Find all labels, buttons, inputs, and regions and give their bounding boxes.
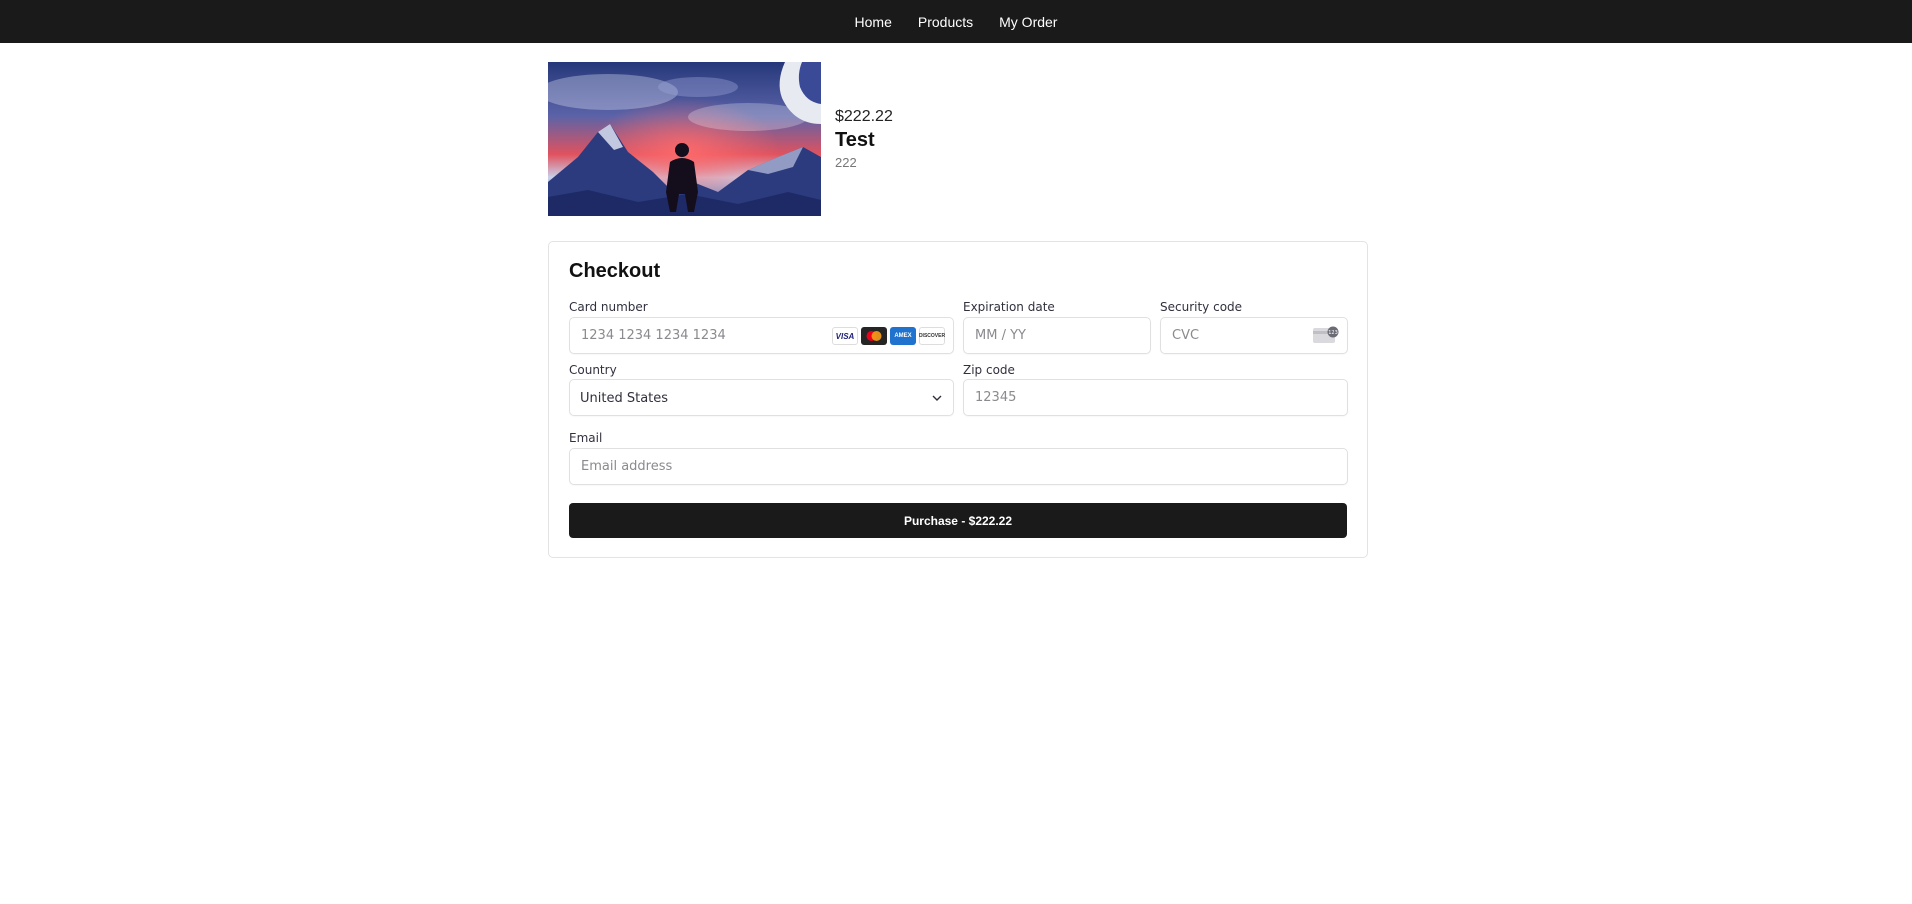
amex-icon: AMEX (890, 327, 916, 345)
security-code-label: Security code (1160, 300, 1243, 314)
visa-icon: VISA (832, 327, 858, 345)
zip-code-label: Zip code (963, 363, 1015, 377)
zip-code-field (963, 379, 1348, 416)
expiration-label: Expiration date (963, 300, 1055, 314)
svg-text:123: 123 (1328, 330, 1338, 336)
zip-code-input[interactable] (964, 380, 1347, 415)
chevron-down-icon (932, 395, 942, 401)
cvc-card-icon: 123 (1313, 326, 1339, 343)
checkout-card: Checkout Card number VISA AMEX DISCOVER … (548, 241, 1368, 558)
country-value: United States (580, 391, 669, 406)
security-code-field: 123 (1160, 317, 1348, 354)
card-number-field: VISA AMEX DISCOVER (569, 317, 954, 354)
country-select[interactable]: United States (569, 379, 954, 416)
mastercard-icon (861, 327, 887, 345)
purchase-button[interactable]: Purchase - $222.22 (569, 503, 1347, 538)
product-image (548, 62, 821, 216)
expiration-field (963, 317, 1151, 354)
product-title: Test (835, 129, 875, 151)
nav-products-link[interactable]: Products (918, 14, 973, 30)
email-label: Email (569, 431, 603, 445)
email-input[interactable] (570, 449, 1347, 484)
card-number-label: Card number (569, 300, 648, 314)
product-summary: $222.22 Test 222 (548, 62, 893, 216)
product-description: 222 (835, 155, 857, 170)
checkout-heading: Checkout (569, 260, 661, 282)
nav-my-order-link[interactable]: My Order (999, 14, 1057, 30)
top-navigation: Home Products My Order (0, 0, 1912, 43)
discover-icon: DISCOVER (919, 327, 945, 345)
product-price: $222.22 (835, 108, 893, 125)
card-brand-icons: VISA AMEX DISCOVER (832, 327, 945, 345)
email-field (569, 448, 1348, 485)
country-label: Country (569, 363, 617, 377)
nav-home-link[interactable]: Home (855, 14, 892, 30)
expiration-input[interactable] (964, 318, 1150, 353)
product-info: $222.22 Test 222 (835, 108, 893, 170)
